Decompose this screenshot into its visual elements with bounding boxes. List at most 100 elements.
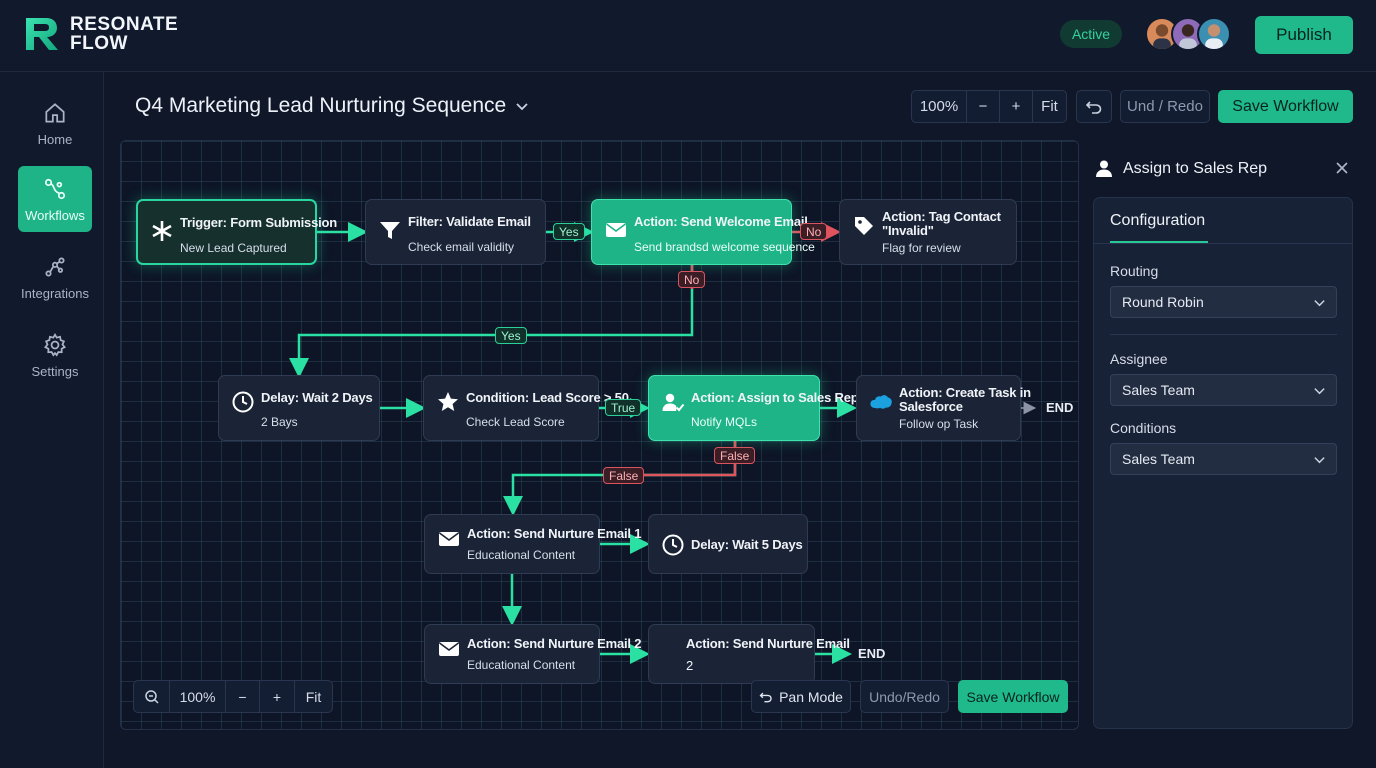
sidebar-item-workflows[interactable]: Workflows	[18, 166, 92, 232]
node-title: Action: Create Task in	[899, 385, 1031, 400]
sidebar-item-label: Integrations	[21, 285, 89, 301]
node-send-nurture-email-final[interactable]: Action: Send Nurture Email 2	[648, 624, 850, 684]
collaborator-avatars[interactable]	[1145, 17, 1233, 53]
canvas-save-workflow-button[interactable]: Save Workflow	[958, 680, 1068, 713]
node-title: Action: Assign to Sales Rep	[691, 390, 859, 405]
node-send-nurture-email-1[interactable]: Action: Send Nurture Email 1 Educational…	[424, 514, 641, 574]
sidebar-item-label: Home	[37, 131, 73, 147]
clock-icon	[662, 534, 684, 556]
fit-button[interactable]: Fit	[1033, 91, 1066, 122]
node-delay-5-days[interactable]: Delay: Wait 5 Days	[648, 514, 808, 574]
canvas-fit-button[interactable]: Fit	[295, 681, 332, 712]
chevron-down-icon	[1314, 457, 1325, 464]
divider	[1094, 243, 1352, 244]
mail-icon	[439, 532, 459, 546]
node-title: Trigger: Form Submission	[180, 215, 337, 230]
node-subtitle: Check email validity	[408, 240, 515, 254]
gear-icon	[44, 332, 66, 357]
workflow-canvas[interactable]: Trigger: Form Submission New Lead Captur…	[120, 140, 1079, 730]
top-bar: RESONATE FLOW Active Publish	[0, 0, 1376, 72]
node-send-nurture-email-2[interactable]: Action: Send Nurture Email 2 Educational…	[424, 624, 641, 684]
chevron-down-icon[interactable]	[514, 98, 530, 114]
sidebar-item-integrations[interactable]: Integrations	[18, 244, 92, 310]
undo-icon	[759, 692, 772, 702]
star-icon	[438, 392, 458, 411]
node-title: Filter: Validate Email	[408, 214, 531, 229]
node-subtitle: Flag for review	[882, 241, 961, 255]
edge-label-false: False	[714, 447, 756, 464]
chevron-down-icon	[1314, 388, 1325, 395]
tab-indicator	[1110, 241, 1208, 243]
conditions-label: Conditions	[1110, 420, 1177, 436]
pan-mode-label: Pan Mode	[779, 688, 843, 705]
sidebar-item-label: Workflows	[25, 207, 85, 223]
node-title: Action: Send Nurture Email	[686, 636, 850, 651]
close-icon[interactable]	[1335, 161, 1349, 175]
node-send-welcome-email[interactable]: Action: Send Welcome Email Send brandsd …	[591, 199, 815, 265]
app-name-line2: FLOW	[70, 33, 128, 54]
node-assign-sales-rep[interactable]: Action: Assign to Sales Rep Notify MQLs	[648, 375, 859, 441]
canvas-zoom-out-button[interactable]: −	[225, 681, 260, 712]
divider	[1110, 334, 1337, 335]
node-title: Delay: Wait 5 Days	[691, 537, 803, 552]
pan-mode-button[interactable]: Pan Mode	[751, 680, 851, 713]
node-subtitle: Educational Content	[467, 548, 576, 562]
publish-button[interactable]: Publish	[1255, 16, 1353, 54]
undo-icon	[1085, 100, 1102, 114]
routing-value: Round Robin	[1122, 294, 1204, 310]
zoom-in-button[interactable]: +	[1000, 91, 1033, 122]
filter-icon	[380, 222, 400, 239]
edge-label-no: No	[800, 223, 828, 240]
edge-label-yes: Yes	[495, 327, 527, 344]
node-delay-2-days[interactable]: Delay: Wait 2 Days 2 Bays	[218, 375, 380, 441]
avatar[interactable]	[1197, 17, 1231, 51]
undo-redo-button[interactable]: Und / Redo	[1120, 90, 1210, 123]
edge-label-no: No	[678, 271, 706, 288]
assignee-select[interactable]: Sales Team	[1110, 374, 1337, 406]
node-title-line2: 2	[686, 658, 694, 673]
node-title: Action: Tag Contact	[882, 209, 1001, 224]
sidebar-item-settings[interactable]: Settings	[18, 322, 92, 388]
asterisk-icon	[152, 221, 172, 241]
canvas-undo-redo-button[interactable]: Undo/Redo	[860, 680, 949, 713]
canvas-zoom-in-button[interactable]: +	[260, 681, 295, 712]
sidebar-item-label: Settings	[31, 363, 79, 379]
sidebar-item-home[interactable]: Home	[18, 90, 92, 156]
end-node[interactable]: END	[1046, 400, 1073, 415]
undo-button[interactable]	[1076, 90, 1112, 123]
zoom-out-button[interactable]: −	[967, 91, 1000, 122]
logo[interactable]: RESONATE FLOW	[22, 14, 178, 54]
edge-label-yes: Yes	[553, 223, 585, 240]
canvas-zoom-level[interactable]: 100%	[170, 681, 225, 712]
node-subtitle: Educational Content	[467, 658, 576, 672]
tag-icon	[855, 217, 873, 235]
save-workflow-button[interactable]: Save Workflow	[1218, 90, 1353, 123]
tab-configuration[interactable]: Configuration	[1110, 212, 1205, 230]
chevron-down-icon	[1314, 300, 1325, 307]
app-name-line1: RESONATE	[70, 14, 179, 35]
workflow-title[interactable]: Q4 Marketing Lead Nurturing Sequence	[135, 94, 506, 118]
node-subtitle: 2 Bays	[261, 415, 298, 429]
mail-icon	[606, 223, 626, 237]
panel-header: Assign to Sales Rep	[1093, 156, 1361, 186]
workflows-icon	[44, 178, 66, 199]
salesforce-icon	[870, 395, 892, 409]
assignee-label: Assignee	[1110, 351, 1168, 367]
node-trigger[interactable]: Trigger: Form Submission New Lead Captur…	[136, 199, 337, 265]
clock-icon	[232, 391, 254, 413]
node-title: Delay: Wait 2 Days	[261, 390, 373, 405]
node-title-line2: Salesforce	[899, 399, 963, 414]
node-tag-contact[interactable]: Action: Tag Contact "Invalid" Flag for r…	[839, 199, 1017, 265]
node-condition-lead-score[interactable]: Condition: Lead Score > 50 Check Lead Sc…	[423, 375, 629, 441]
conditions-select[interactable]: Sales Team	[1110, 443, 1337, 475]
node-filter[interactable]: Filter: Validate Email Check email valid…	[365, 199, 546, 265]
integrations-icon	[45, 256, 65, 277]
end-node[interactable]: END	[858, 646, 885, 661]
logo-icon	[26, 18, 58, 50]
routing-select[interactable]: Round Robin	[1110, 286, 1337, 318]
zoom-level[interactable]: 100%	[912, 91, 967, 122]
status-badge: Active	[1060, 20, 1122, 48]
zoom-search-button[interactable]	[134, 681, 170, 712]
node-create-task-salesforce[interactable]: Action: Create Task in Salesforce Follow…	[856, 375, 1031, 441]
edge	[289, 264, 694, 378]
